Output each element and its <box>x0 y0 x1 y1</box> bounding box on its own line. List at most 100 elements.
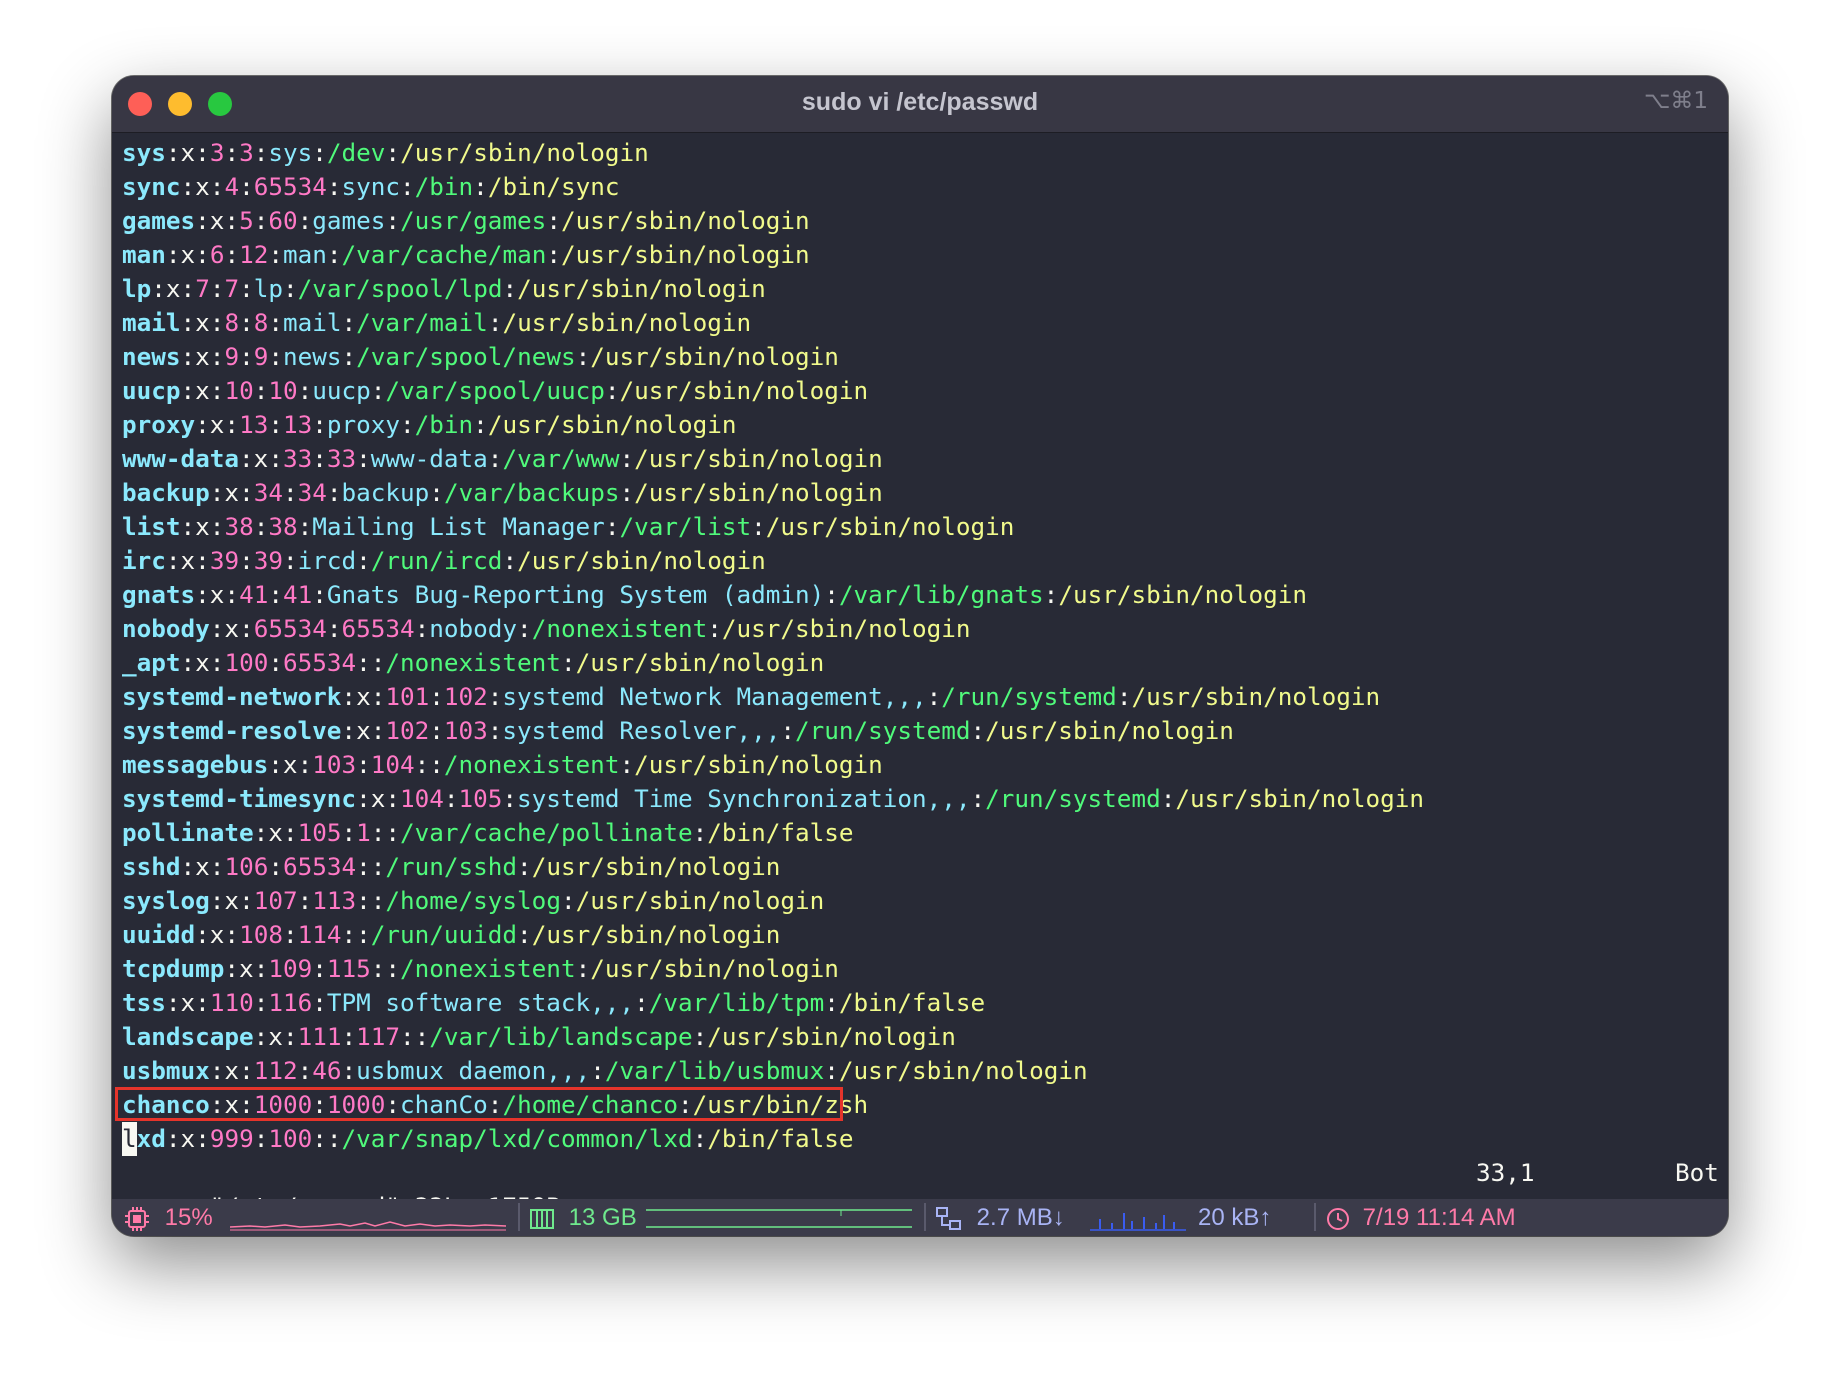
field-gid: 115 <box>326 954 371 983</box>
field-separator: : <box>341 682 357 711</box>
field-gecos: systemd Resolver,,, <box>502 716 781 745</box>
field-separator: : <box>253 988 269 1017</box>
field-username: games <box>122 206 196 235</box>
field-separator: : <box>400 410 415 439</box>
cpu-graph <box>230 1205 506 1235</box>
field-separator: : <box>195 580 210 609</box>
field-separator: : <box>575 954 591 983</box>
title-bar: sudo vi /etc/passwd ⌥⌘1 <box>112 76 1728 133</box>
memory-value: 13 GB <box>568 1204 637 1231</box>
network-graph <box>1090 1203 1186 1233</box>
field-separator: : <box>502 274 518 303</box>
memory-widget[interactable]: 13 GB <box>530 1203 637 1233</box>
passwd-line[interactable]: uucp:x:10:10:uucp:/var/spool/uucp:/usr/s… <box>122 374 1718 408</box>
passwd-line[interactable]: tcpdump:x:109:115::/nonexistent:/usr/sbi… <box>122 952 1718 986</box>
passwd-line[interactable]: sync:x:4:65534:sync:/bin:/bin/sync <box>122 170 1718 204</box>
field-separator: : <box>517 920 532 949</box>
memory-icon <box>530 1208 554 1230</box>
passwd-line[interactable]: www-data:x:33:33:www-data:/var/www:/usr/… <box>122 442 1718 476</box>
field-separator: : <box>824 1056 839 1085</box>
field-separator: : <box>356 444 371 473</box>
field-password: x <box>195 172 210 201</box>
field-gecos: ircd <box>297 546 357 575</box>
field-separator: : <box>590 1056 605 1085</box>
clock-widget[interactable]: 7/19 11:14 AM <box>1326 1203 1516 1233</box>
field-separator: : <box>356 920 371 949</box>
passwd-line[interactable]: messagebus:x:103:104::/nonexistent:/usr/… <box>122 748 1718 782</box>
field-separator: : <box>707 614 722 643</box>
cpu-widget[interactable]: 15% <box>124 1203 213 1233</box>
passwd-line[interactable]: lxd:x:999:100::/var/snap/lxd/common/lxd:… <box>122 1122 1718 1156</box>
passwd-line[interactable]: systemd-network:x:101:102:systemd Networ… <box>122 680 1718 714</box>
passwd-line[interactable]: list:x:38:38:Mailing List Manager:/var/l… <box>122 510 1718 544</box>
field-password: x <box>180 240 196 269</box>
field-separator: : <box>356 886 371 915</box>
passwd-line[interactable]: proxy:x:13:13:proxy:/bin:/usr/sbin/nolog… <box>122 408 1718 442</box>
passwd-line[interactable]: irc:x:39:39:ircd:/run/ircd:/usr/sbin/nol… <box>122 544 1718 578</box>
passwd-line[interactable]: sys:x:3:3:sys:/dev:/usr/sbin/nologin <box>122 136 1718 170</box>
passwd-line[interactable]: uuidd:x:108:114::/run/uuidd:/usr/sbin/no… <box>122 918 1718 952</box>
field-separator: : <box>560 648 576 677</box>
field-separator: : <box>195 240 210 269</box>
passwd-line[interactable]: pollinate:x:105:1::/var/cache/pollinate:… <box>122 816 1718 850</box>
field-shell: /bin/sync <box>487 172 620 201</box>
passwd-line[interactable]: chanco:x:1000:1000:chanCo:/home/chanco:/… <box>115 1087 1718 1122</box>
passwd-line[interactable]: gnats:x:41:41:Gnats Bug-Reporting System… <box>122 578 1718 612</box>
field-gid: 10 <box>268 376 298 405</box>
field-username: sync <box>122 172 181 201</box>
field-separator: : <box>195 206 210 235</box>
field-gid: 38 <box>268 512 298 541</box>
passwd-line[interactable]: man:x:6:12:man:/var/cache/man:/usr/sbin/… <box>122 238 1718 272</box>
field-separator: : <box>195 546 210 575</box>
passwd-line[interactable]: systemd-timesync:x:104:105:systemd Time … <box>122 782 1718 816</box>
passwd-line[interactable]: _apt:x:100:65534::/nonexistent:/usr/sbin… <box>122 646 1718 680</box>
passwd-line[interactable]: usbmux:x:112:46:usbmux daemon,,,:/var/li… <box>122 1054 1718 1088</box>
field-separator: : <box>239 172 254 201</box>
field-password: x <box>195 376 210 405</box>
field-separator: : <box>239 1056 254 1085</box>
passwd-line[interactable]: landscape:x:111:117::/var/lib/landscape:… <box>122 1020 1718 1054</box>
passwd-line[interactable]: sshd:x:106:65534::/run/sshd:/usr/sbin/no… <box>122 850 1718 884</box>
scroll-position: Bot <box>1675 1158 1719 1187</box>
passwd-line[interactable]: syslog:x:107:113::/home/syslog:/usr/sbin… <box>122 884 1718 918</box>
field-home: /var/mail <box>356 308 488 337</box>
field-uid: 13 <box>239 410 269 439</box>
field-password: x <box>195 512 210 541</box>
clock-icon <box>1326 1207 1350 1231</box>
field-shell: /usr/sbin/nologin <box>575 648 825 677</box>
field-separator: : <box>970 784 986 813</box>
field-separator: : <box>356 546 371 575</box>
passwd-line[interactable]: games:x:5:60:games:/usr/games:/usr/sbin/… <box>122 204 1718 238</box>
field-shell: /usr/sbin/nologin <box>590 342 839 371</box>
field-home: /home/chanco <box>502 1090 678 1119</box>
field-separator: : <box>253 818 269 847</box>
field-home: /var/spool/lpd <box>297 274 503 303</box>
passwd-line[interactable]: news:x:9:9:news:/var/spool/news:/usr/sbi… <box>122 340 1718 374</box>
field-username: syslog <box>122 886 210 915</box>
field-shell: /usr/sbin/nologin <box>1058 580 1307 609</box>
vim-buffer[interactable]: sys:x:3:3:sys:/dev:/usr/sbin/nologin sync… <box>115 136 1719 1221</box>
field-separator: : <box>209 512 225 541</box>
field-gecos: www-data <box>370 444 488 473</box>
field-username: sshd <box>122 852 181 881</box>
field-uid: 111 <box>297 1022 342 1051</box>
passwd-line[interactable]: lp:x:7:7:lp:/var/spool/lpd:/usr/sbin/nol… <box>122 272 1718 306</box>
passwd-line[interactable]: systemd-resolve:x:102:103:systemd Resolv… <box>122 714 1718 748</box>
field-separator: : <box>312 410 327 439</box>
passwd-line[interactable]: nobody:x:65534:65534:nobody:/nonexistent… <box>122 612 1718 646</box>
field-separator: : <box>312 988 327 1017</box>
field-gid: 41 <box>282 580 313 609</box>
passwd-line[interactable]: backup:x:34:34:backup:/var/backups:/usr/… <box>122 476 1718 510</box>
field-separator: : <box>487 444 503 473</box>
memory-graph <box>646 1207 912 1236</box>
network-up: 20 kB↑ <box>1198 1204 1272 1231</box>
field-home: /nonexistent <box>531 614 708 643</box>
field-separator: : <box>195 988 210 1017</box>
field-username: man <box>122 240 166 269</box>
network-widget[interactable]: 2.7 MB↓ <box>936 1203 1065 1233</box>
field-separator: : <box>502 784 518 813</box>
field-username: mail <box>122 308 181 337</box>
passwd-line[interactable]: tss:x:110:116:TPM software stack,,,:/var… <box>122 986 1718 1020</box>
passwd-line[interactable]: mail:x:8:8:mail:/var/mail:/usr/sbin/nolo… <box>122 306 1718 340</box>
field-shell: /usr/sbin/nologin <box>838 1056 1088 1085</box>
